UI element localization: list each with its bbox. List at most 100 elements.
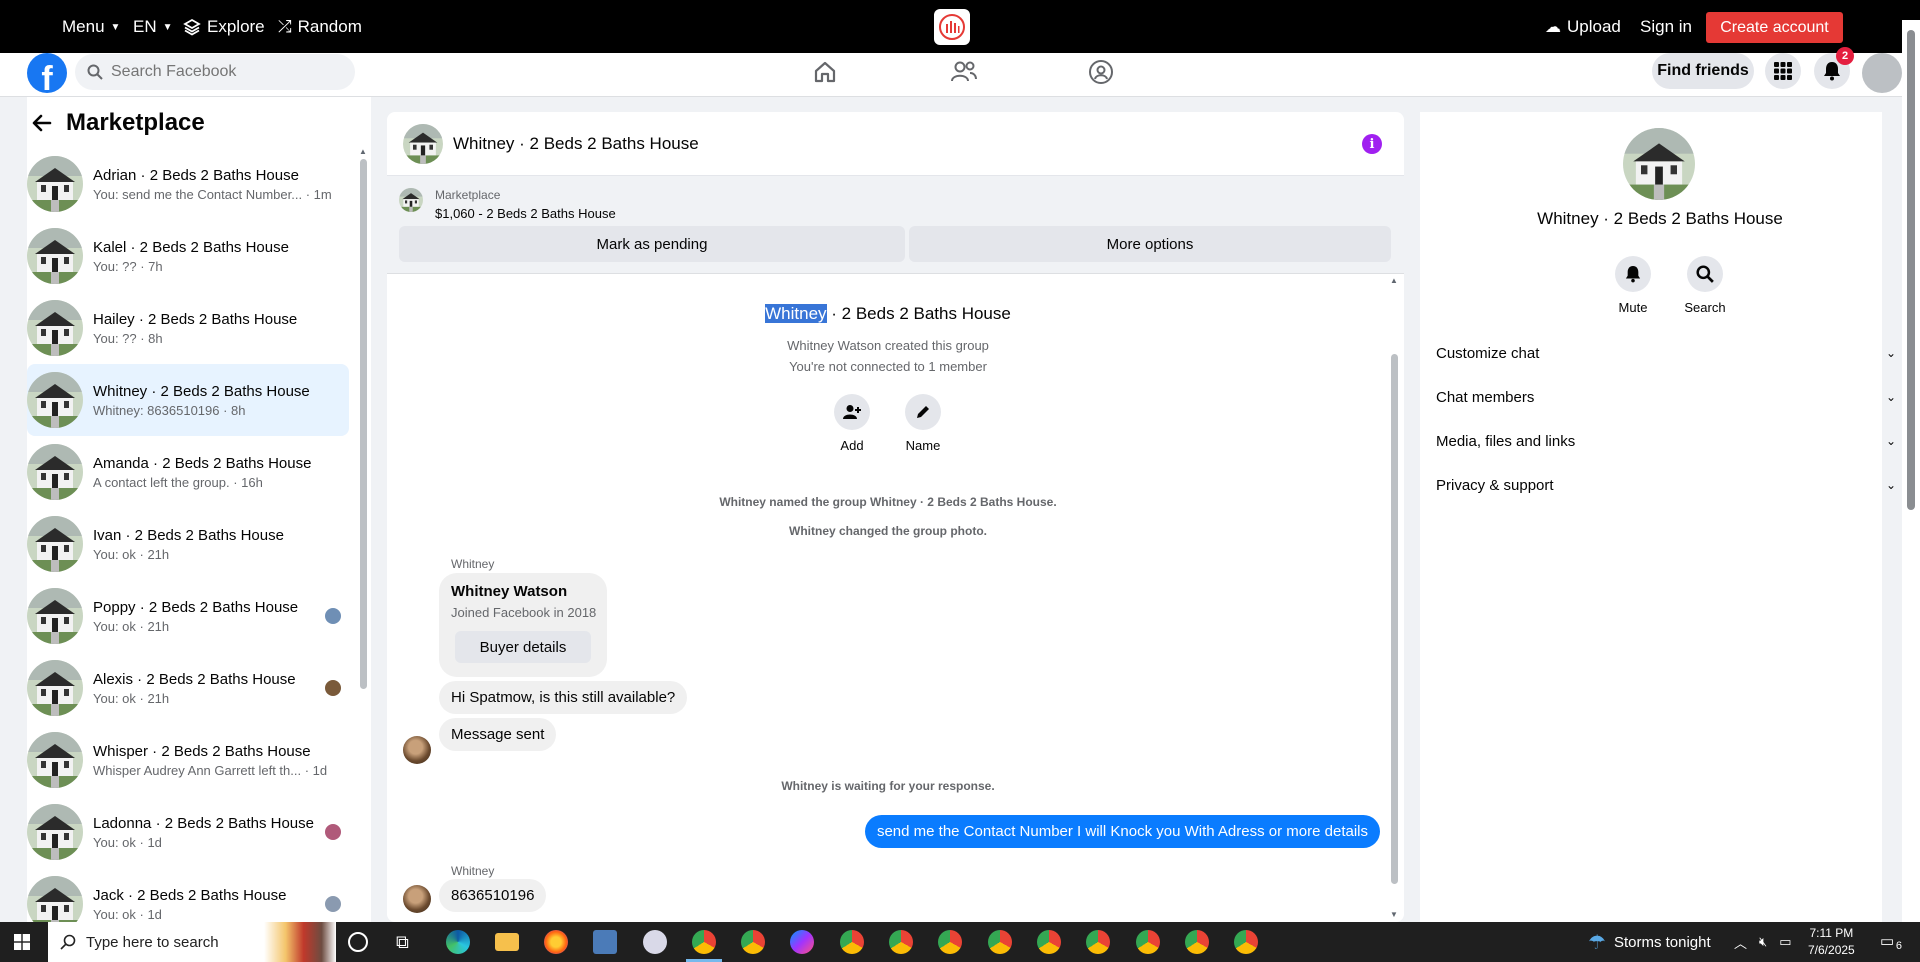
- listing-price[interactable]: $1,060 - 2 Beds 2 Baths House: [435, 206, 616, 221]
- chat-members-row[interactable]: Chat members ⌄: [1436, 375, 1896, 419]
- sidebar-scrollbar[interactable]: ▲: [358, 147, 368, 922]
- search-action[interactable]: Search: [1675, 256, 1735, 315]
- cortana-icon[interactable]: [348, 932, 368, 952]
- add-member-action[interactable]: Add: [822, 394, 882, 453]
- media-files-row[interactable]: Media, files and links ⌄: [1436, 419, 1896, 463]
- signin-link[interactable]: Sign in: [1640, 17, 1692, 37]
- edge-icon[interactable]: [446, 930, 470, 954]
- chat-scrollbar[interactable]: ▲ ▼: [1389, 274, 1399, 922]
- listing-thumbnail: [27, 516, 83, 572]
- taskbar-search[interactable]: Type here to search: [48, 922, 336, 962]
- random-link[interactable]: ⤮ Random: [278, 17, 362, 37]
- notification-count: 6: [1895, 940, 1902, 952]
- conversation-item[interactable]: Ladonna · 2 Beds 2 Baths House You: ok · …: [27, 796, 349, 868]
- nav-groups[interactable]: [1081, 57, 1121, 87]
- buyer-details-button[interactable]: Buyer details: [455, 631, 591, 663]
- chat-avatar[interactable]: [403, 124, 443, 164]
- explore-link[interactable]: Explore: [183, 17, 265, 37]
- conversation-item[interactable]: Kalel · 2 Beds 2 Baths House You: ?? · 7h: [27, 220, 349, 292]
- scrollbar-thumb[interactable]: [360, 159, 367, 689]
- action-center-button[interactable]: ▭ 6: [1880, 932, 1902, 952]
- conversation-item[interactable]: Adrian · 2 Beds 2 Baths House You: send m…: [27, 148, 349, 220]
- sender-avatar[interactable]: [403, 736, 431, 764]
- app-icon[interactable]: [593, 930, 617, 954]
- create-account-button[interactable]: Create account: [1706, 12, 1843, 43]
- nav-friends[interactable]: [944, 57, 984, 87]
- chat-title[interactable]: Whitney · 2 Beds 2 Baths House: [453, 134, 699, 154]
- chrome-icon[interactable]: [692, 930, 716, 954]
- message-bubble[interactable]: 8636510196: [439, 879, 547, 912]
- conversation-item[interactable]: Whisper · 2 Beds 2 Baths House Whisper Au…: [27, 724, 349, 796]
- back-arrow-icon[interactable]: [32, 113, 52, 133]
- mute-action[interactable]: Mute: [1603, 256, 1663, 315]
- name-group-action[interactable]: Name: [893, 394, 953, 453]
- privacy-support-row[interactable]: Privacy & support ⌄: [1436, 463, 1896, 507]
- message-bubble[interactable]: Hi Spatmow, is this still available?: [439, 681, 688, 714]
- scrollbar-thumb[interactable]: [1907, 30, 1915, 510]
- chrome-profile-icon[interactable]: [840, 930, 864, 954]
- speaker-muted-icon[interactable]: 🔇︎: [1759, 934, 1767, 950]
- conversation-item[interactable]: Ivan · 2 Beds 2 Baths House You: ok · 21h: [27, 508, 349, 580]
- search-label: Search: [1684, 300, 1726, 315]
- info-icon[interactable]: i: [1362, 134, 1382, 154]
- conversation-item[interactable]: Hailey · 2 Beds 2 Baths House You: ?? · 8…: [27, 292, 349, 364]
- weather-widget[interactable]: ☂ Storms tonight: [1588, 922, 1711, 962]
- task-view-icon[interactable]: ⧉: [396, 932, 409, 953]
- file-explorer-icon[interactable]: [495, 933, 519, 951]
- search-icon: [87, 64, 103, 80]
- page-scrollbar[interactable]: [1902, 20, 1920, 922]
- menu-dropdown[interactable]: Menu ▼: [62, 17, 120, 37]
- conversation-name: Adrian · 2 Beds 2 Baths House: [93, 166, 299, 184]
- profile-avatar[interactable]: [1862, 53, 1902, 93]
- chrome-profile-icon[interactable]: [1234, 930, 1258, 954]
- chrome-profile-icon[interactable]: [938, 930, 962, 954]
- facebook-logo[interactable]: f: [27, 53, 67, 93]
- customize-chat-row[interactable]: Customize chat ⌄: [1436, 331, 1896, 375]
- name-label: Name: [905, 438, 941, 453]
- conversation-item-active[interactable]: Whitney · 2 Beds 2 Baths House Whitney: 8…: [27, 364, 349, 436]
- site-logo[interactable]: [934, 9, 970, 45]
- weather-text: Storms tonight: [1613, 933, 1711, 951]
- read-receipt-avatar: [325, 896, 341, 912]
- search-box[interactable]: [75, 54, 355, 90]
- message-bubble[interactable]: Message sent: [439, 718, 557, 751]
- scroll-down-icon[interactable]: ▼: [1390, 910, 1398, 919]
- chrome-profile-icon[interactable]: [741, 930, 765, 954]
- nav-home[interactable]: [805, 57, 845, 87]
- mark-pending-button[interactable]: Mark as pending: [399, 226, 905, 262]
- messenger-icon[interactable]: [790, 930, 814, 954]
- menu-grid-button[interactable]: [1765, 53, 1801, 89]
- group-title-rest: · 2 Beds 2 Baths House: [826, 304, 1011, 323]
- conversation-preview: You: ok · 1d: [93, 906, 162, 922]
- firefox-icon[interactable]: [544, 930, 568, 954]
- upload-link[interactable]: ☁ Upload: [1545, 17, 1621, 37]
- conversation-item[interactable]: Jack · 2 Beds 2 Baths House You: ok · 1d: [27, 868, 349, 922]
- more-options-button[interactable]: More options: [909, 226, 1391, 262]
- app-icon[interactable]: [643, 930, 667, 954]
- chrome-profile-icon[interactable]: [1136, 930, 1160, 954]
- group-avatar-large[interactable]: [1623, 128, 1695, 200]
- conversation-preview: You: ok · 21h: [93, 690, 170, 706]
- start-button[interactable]: [14, 934, 30, 955]
- scroll-up-icon[interactable]: ▲: [359, 147, 367, 156]
- scroll-up-icon[interactable]: ▲: [1390, 276, 1398, 285]
- network-icon[interactable]: ▭: [1779, 934, 1791, 950]
- grid-icon: [1774, 62, 1792, 80]
- outgoing-message-bubble[interactable]: send me the Contact Number I will Knock …: [864, 815, 1380, 848]
- chrome-profile-icon[interactable]: [1086, 930, 1110, 954]
- chrome-profile-icon[interactable]: [889, 930, 913, 954]
- search-input[interactable]: [111, 63, 331, 81]
- conversation-item[interactable]: Alexis · 2 Beds 2 Baths House You: ok · 2…: [27, 652, 349, 724]
- language-dropdown[interactable]: EN ▼: [133, 17, 173, 37]
- chrome-profile-icon[interactable]: [1037, 930, 1061, 954]
- chevron-up-icon[interactable]: ︿: [1734, 933, 1747, 952]
- chrome-profile-icon[interactable]: [988, 930, 1012, 954]
- clock[interactable]: 7:11 PM 7/6/2025: [1808, 925, 1855, 959]
- conversation-preview: You: ?? · 7h: [93, 258, 163, 274]
- conversation-item[interactable]: Poppy · 2 Beds 2 Baths House You: ok · 21…: [27, 580, 349, 652]
- conversation-item[interactable]: Amanda · 2 Beds 2 Baths House A contact l…: [27, 436, 349, 508]
- find-friends-button[interactable]: Find friends: [1652, 53, 1754, 89]
- chrome-profile-icon[interactable]: [1185, 930, 1209, 954]
- sender-avatar[interactable]: [403, 885, 431, 913]
- scrollbar-thumb[interactable]: [1391, 354, 1398, 884]
